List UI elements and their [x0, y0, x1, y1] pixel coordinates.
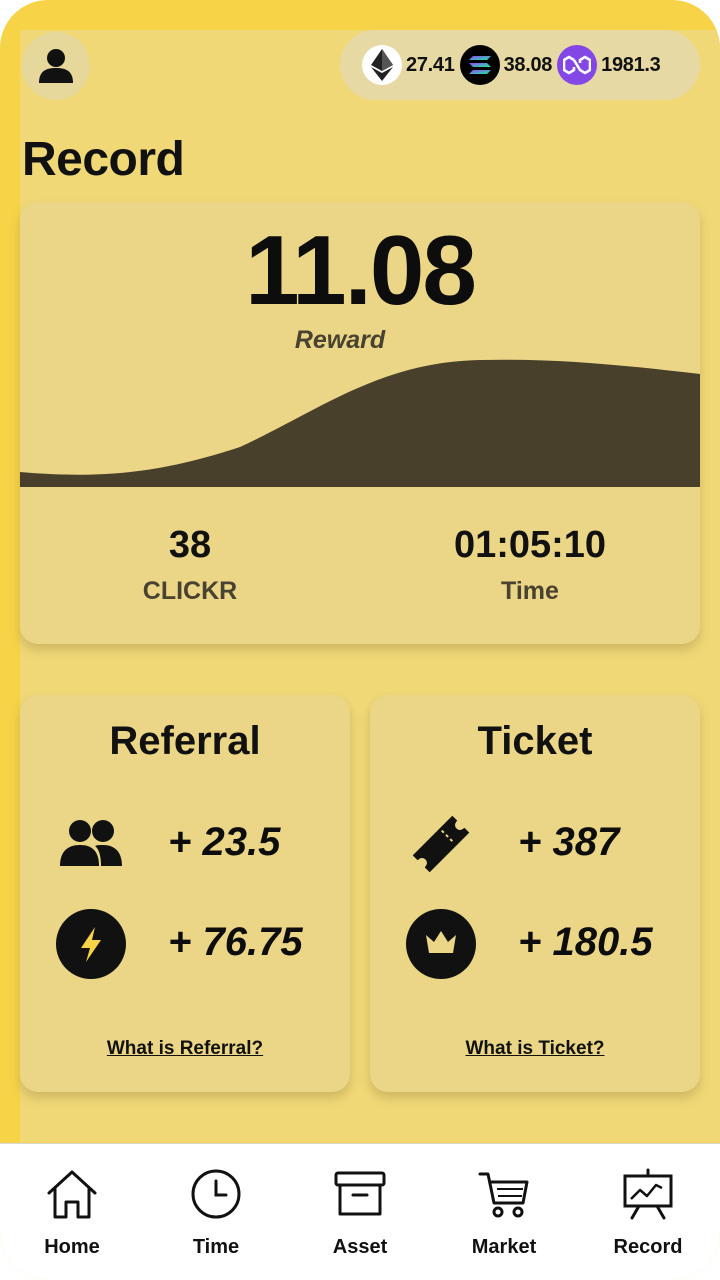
- nav-asset-label: Asset: [332, 1236, 388, 1258]
- clickr-stat: 38 CLICKR: [20, 524, 360, 606]
- reward-value: 11.08: [245, 215, 477, 325]
- ticket-title: Ticket: [477, 719, 593, 763]
- nav-time-label: Time: [192, 1236, 240, 1258]
- reward-label: Reward: [294, 326, 386, 354]
- nav-home[interactable]: Home: [0, 1144, 144, 1280]
- reward-card: 11.08 Reward 38 CLICKR 01:05:10 Time: [20, 202, 700, 644]
- matic-balance-value: 1981.3: [601, 53, 661, 76]
- time-value: 01:05:10: [453, 524, 607, 566]
- referral-bonus-value: + 76.75: [168, 920, 303, 964]
- clickr-label: CLICKR: [142, 577, 238, 605]
- archive-box-icon: [332, 1166, 388, 1222]
- page-title: Record: [22, 133, 185, 186]
- referral-title: Referral: [109, 719, 261, 763]
- ticket-count-value: + 387: [518, 820, 620, 864]
- nav-asset[interactable]: Asset: [288, 1144, 432, 1280]
- referral-card: Referral + 23.5 + 76.75 What is Referral…: [20, 695, 350, 1092]
- nav-record-label: Record: [613, 1236, 683, 1258]
- nav-time[interactable]: Time: [144, 1144, 288, 1280]
- nav-record[interactable]: Record: [576, 1144, 720, 1280]
- time-stat: 01:05:10 Time: [360, 524, 700, 606]
- nav-home-label: Home: [44, 1236, 100, 1258]
- nav-market[interactable]: Market: [432, 1144, 576, 1280]
- nav-market-label: Market: [471, 1236, 537, 1258]
- balance-bar: 27.41 38.08 1981.3: [340, 30, 700, 100]
- balance-sol[interactable]: 38.08: [459, 45, 553, 85]
- what-is-ticket-link[interactable]: What is Ticket?: [370, 1038, 700, 1060]
- clickr-value: 38: [168, 524, 212, 566]
- polygon-icon: [557, 45, 598, 85]
- sol-balance-value: 38.08: [503, 53, 553, 76]
- solana-icon: [459, 45, 500, 85]
- home-icon: [44, 1166, 100, 1222]
- balance-matic[interactable]: 1981.3: [557, 45, 661, 85]
- what-is-referral-link[interactable]: What is Referral?: [20, 1038, 350, 1060]
- ticket-bonus-value: + 180.5: [518, 920, 653, 964]
- eth-balance-value: 27.41: [406, 53, 455, 76]
- time-label: Time: [501, 577, 559, 605]
- balance-eth[interactable]: 27.41: [362, 45, 455, 85]
- chart-board-icon: [620, 1166, 676, 1222]
- profile-button[interactable]: [22, 32, 90, 100]
- ethereum-icon: [362, 45, 402, 85]
- app-screen: 27.41 38.08 1981.3 Record 11.08 Reward 3…: [0, 0, 720, 1280]
- lightning-icon: [55, 908, 127, 980]
- ticket-card: Ticket + 387 + 180.5 What is Ticket?: [370, 695, 700, 1092]
- ticket-icon: [405, 808, 477, 880]
- user-icon: [39, 49, 73, 83]
- referral-users-value: + 23.5: [168, 820, 281, 864]
- clock-icon: [188, 1166, 244, 1222]
- bottom-navigation: Home Time Asset Market Record: [0, 1143, 720, 1280]
- users-icon: [55, 808, 127, 880]
- cart-icon: [476, 1166, 532, 1222]
- crown-icon: [405, 908, 477, 980]
- reward-wave-graphic: [20, 359, 700, 487]
